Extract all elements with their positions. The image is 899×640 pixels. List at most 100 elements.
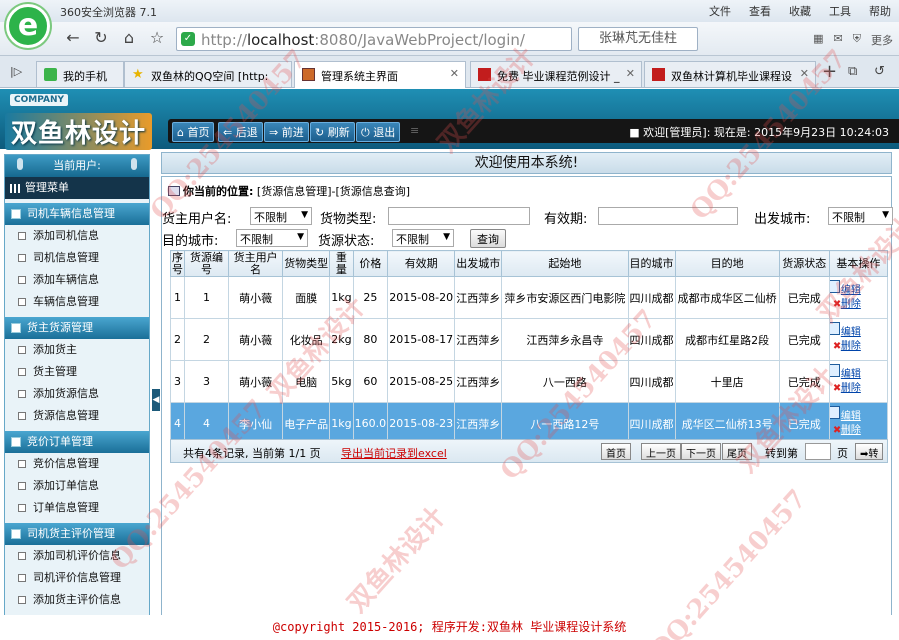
table-row[interactable]: 1 1 萌小薇 面膜 1kg 25 2015-08-20 江西萍乡 萍乡市安源区西门电影院 四川成… (169, 276, 889, 319)
sidebar-item-vehicle-manage[interactable]: 车辆信息管理 (5, 291, 149, 313)
tab-list-icon[interactable]: ⧉ (848, 64, 857, 79)
collapse-sidebar-icon[interactable]: ◀ (152, 389, 160, 411)
row-actions: 编辑 ✖ 删除 (828, 318, 889, 361)
tab-admin-main[interactable]: 管理系统主界面 ✕ (294, 61, 466, 88)
dest-city-select[interactable]: 不限制 (236, 229, 308, 247)
close-tab-icon[interactable]: ✕ (450, 67, 459, 80)
column-header: 目的地 (674, 250, 780, 277)
back-arrow-icon[interactable]: ← (62, 27, 84, 49)
table-cell: 2015-08-17 (387, 318, 456, 361)
star-icon[interactable]: ☆ (146, 27, 168, 49)
nav-back-button[interactable]: ⇐ 后退 (218, 122, 263, 142)
nav-forward-button[interactable]: ⇒ 前进 (264, 122, 309, 142)
table-cell: 十里店 (674, 360, 780, 403)
source-table: 序号 货源编号 货主用户名 货物类型 重量 价格 有效期 出发城市 起始地 目的城市 目的地 货源状态… (169, 250, 889, 445)
table-cell: 四川成都 (627, 318, 676, 361)
more-button[interactable]: 更多 (871, 32, 893, 48)
group-driver-vehicle[interactable]: 司机车辆信息管理 (5, 203, 149, 225)
menu-favorites[interactable]: 收藏 (789, 3, 811, 19)
cargo-type-input[interactable] (388, 207, 530, 225)
sidebar-item-driver-eval-manage[interactable]: 司机评价信息管理 (5, 567, 149, 589)
table-row[interactable]: 2 2 萌小薇 化妆品 2kg 80 2015-08-17 江西萍乡 江西萍乡永昌寺 四川成都 成都… (169, 318, 889, 361)
close-tab-icon[interactable]: ✕ (800, 67, 809, 80)
undo-close-icon[interactable]: ↺ (874, 64, 885, 79)
shield-tool-icon[interactable]: ⛨ (853, 32, 861, 48)
url-text: http://localhost:8080/JavaWebProject/log… (201, 31, 525, 49)
tab-qq-space[interactable]: ★ 双鱼林的QQ空间 [http: (124, 61, 292, 87)
prev-page-button[interactable]: 上一页 (641, 443, 681, 460)
refresh-icon[interactable]: ↻ (90, 27, 112, 49)
tab-graduation-design[interactable]: 双鱼林计算机毕业课程设 ✕ (644, 61, 816, 87)
sidebar-item-driver-manage[interactable]: 司机信息管理 (5, 247, 149, 269)
owner-select[interactable]: 不限制 (250, 207, 312, 225)
sidebar-toggle-icon[interactable]: |▷ (10, 65, 22, 78)
menu-view[interactable]: 查看 (749, 3, 771, 19)
delete-icon: ✖ (832, 340, 842, 352)
edit-link[interactable]: 编辑 (830, 279, 886, 298)
edit-link[interactable]: 编辑 (830, 363, 886, 382)
sidebar-item-add-owner-eval[interactable]: 添加货主评价信息 (5, 589, 149, 611)
delete-link[interactable]: ✖ 删除 (831, 298, 886, 312)
page-number-input[interactable] (805, 443, 831, 460)
menu-file[interactable]: 文件 (709, 3, 731, 19)
delete-link[interactable]: ✖ 删除 (831, 382, 886, 396)
jump-button[interactable]: ➡转 (855, 443, 884, 460)
sidebar-item-add-vehicle[interactable]: 添加车辆信息 (5, 269, 149, 291)
table-cell: 电脑 (282, 360, 331, 403)
next-page-button[interactable]: 下一页 (681, 443, 721, 460)
sidebar: 当前用户: 管理菜单 司机车辆信息管理 添加司机信息 司机信息管理 添加车辆信息… (4, 154, 150, 640)
table-cell: 江西萍乡 (454, 318, 503, 361)
menu-help[interactable]: 帮助 (869, 3, 891, 19)
delete-link[interactable]: ✖ 删除 (831, 424, 886, 438)
from-city-select[interactable]: 不限制 (828, 207, 893, 225)
edit-link[interactable]: 编辑 (830, 405, 886, 424)
edit-link[interactable]: 编辑 (830, 321, 886, 340)
doc-icon (18, 346, 26, 354)
goto-label: 转到第 (765, 447, 798, 460)
group-owner-source[interactable]: 货主货源管理 (5, 317, 149, 339)
first-page-button[interactable]: 首页 (601, 443, 631, 460)
sidebar-item-source-manage[interactable]: 货源信息管理 (5, 405, 149, 427)
sidebar-item-add-driver-eval[interactable]: 添加司机评价信息 (5, 545, 149, 567)
nav-home-button[interactable]: ⌂ 首页 (172, 122, 215, 142)
tab-my-phone[interactable]: 我的手机 (36, 61, 124, 87)
group-bid-order[interactable]: 竞价订单管理 (5, 431, 149, 453)
sidebar-item-add-driver[interactable]: 添加司机信息 (5, 225, 149, 247)
nav-logout-button[interactable]: ⏻ 退出 (356, 122, 401, 142)
welcome-banner: 欢迎使用本系统! (161, 152, 892, 174)
company-badge: COMPANY (10, 94, 68, 106)
browser-logo-icon[interactable]: e (6, 4, 50, 48)
delete-link[interactable]: ✖ 删除 (831, 340, 886, 354)
close-tab-icon[interactable]: ✕ (626, 67, 635, 80)
sidebar-item-order-manage[interactable]: 订单信息管理 (5, 497, 149, 519)
search-input[interactable]: 张琳芃无佳柱 (578, 27, 698, 51)
tab-free-course[interactable]: 免费 毕业课程范例设计 _ ✕ (470, 61, 642, 87)
url-field[interactable]: ✓ http://localhost:8080/JavaWebProject/l… (176, 27, 572, 51)
valid-date-input[interactable] (598, 207, 738, 225)
column-header: 货源状态 (778, 250, 830, 277)
nav-refresh-button[interactable]: ↻ 刷新 (310, 122, 355, 142)
column-header: 出发城市 (454, 250, 503, 277)
main-menu-header[interactable]: 管理菜单 (5, 177, 149, 199)
sidebar-item-add-order[interactable]: 添加订单信息 (5, 475, 149, 497)
table-row[interactable]: 3 3 萌小薇 电脑 5kg 60 2015-08-25 江西萍乡 八一西路 四川成都 十里店 已完成… (169, 360, 889, 403)
table-cell: 萍乡市安源区西门电影院 (501, 276, 629, 319)
source-state-select[interactable]: 不限制 (392, 229, 454, 247)
new-tab-icon[interactable]: + (822, 61, 837, 82)
column-header: 起始地 (501, 250, 629, 277)
mail-icon[interactable]: ✉ (834, 32, 843, 48)
sidebar-item-bid-manage[interactable]: 竞价信息管理 (5, 453, 149, 475)
last-page-button[interactable]: 尾页 (722, 443, 752, 460)
group-evaluation[interactable]: 司机货主评价管理 (5, 523, 149, 545)
query-button[interactable]: 查询 (470, 229, 506, 248)
home-icon[interactable]: ⌂ (118, 27, 140, 49)
cargo-type-label: 货物类型: (320, 212, 377, 227)
export-excel-link[interactable]: 导出当前记录到excel (341, 445, 447, 461)
sidebar-item-add-owner[interactable]: 添加货主 (5, 339, 149, 361)
sidebar-item-add-source[interactable]: 添加货源信息 (5, 383, 149, 405)
sidebar-item-owner-manage[interactable]: 货主管理 (5, 361, 149, 383)
pin-icon (17, 158, 23, 170)
row-actions: 编辑 ✖ 删除 (828, 276, 889, 319)
menu-tools[interactable]: 工具 (829, 3, 851, 19)
extension-icon[interactable]: ▦ (813, 32, 823, 48)
